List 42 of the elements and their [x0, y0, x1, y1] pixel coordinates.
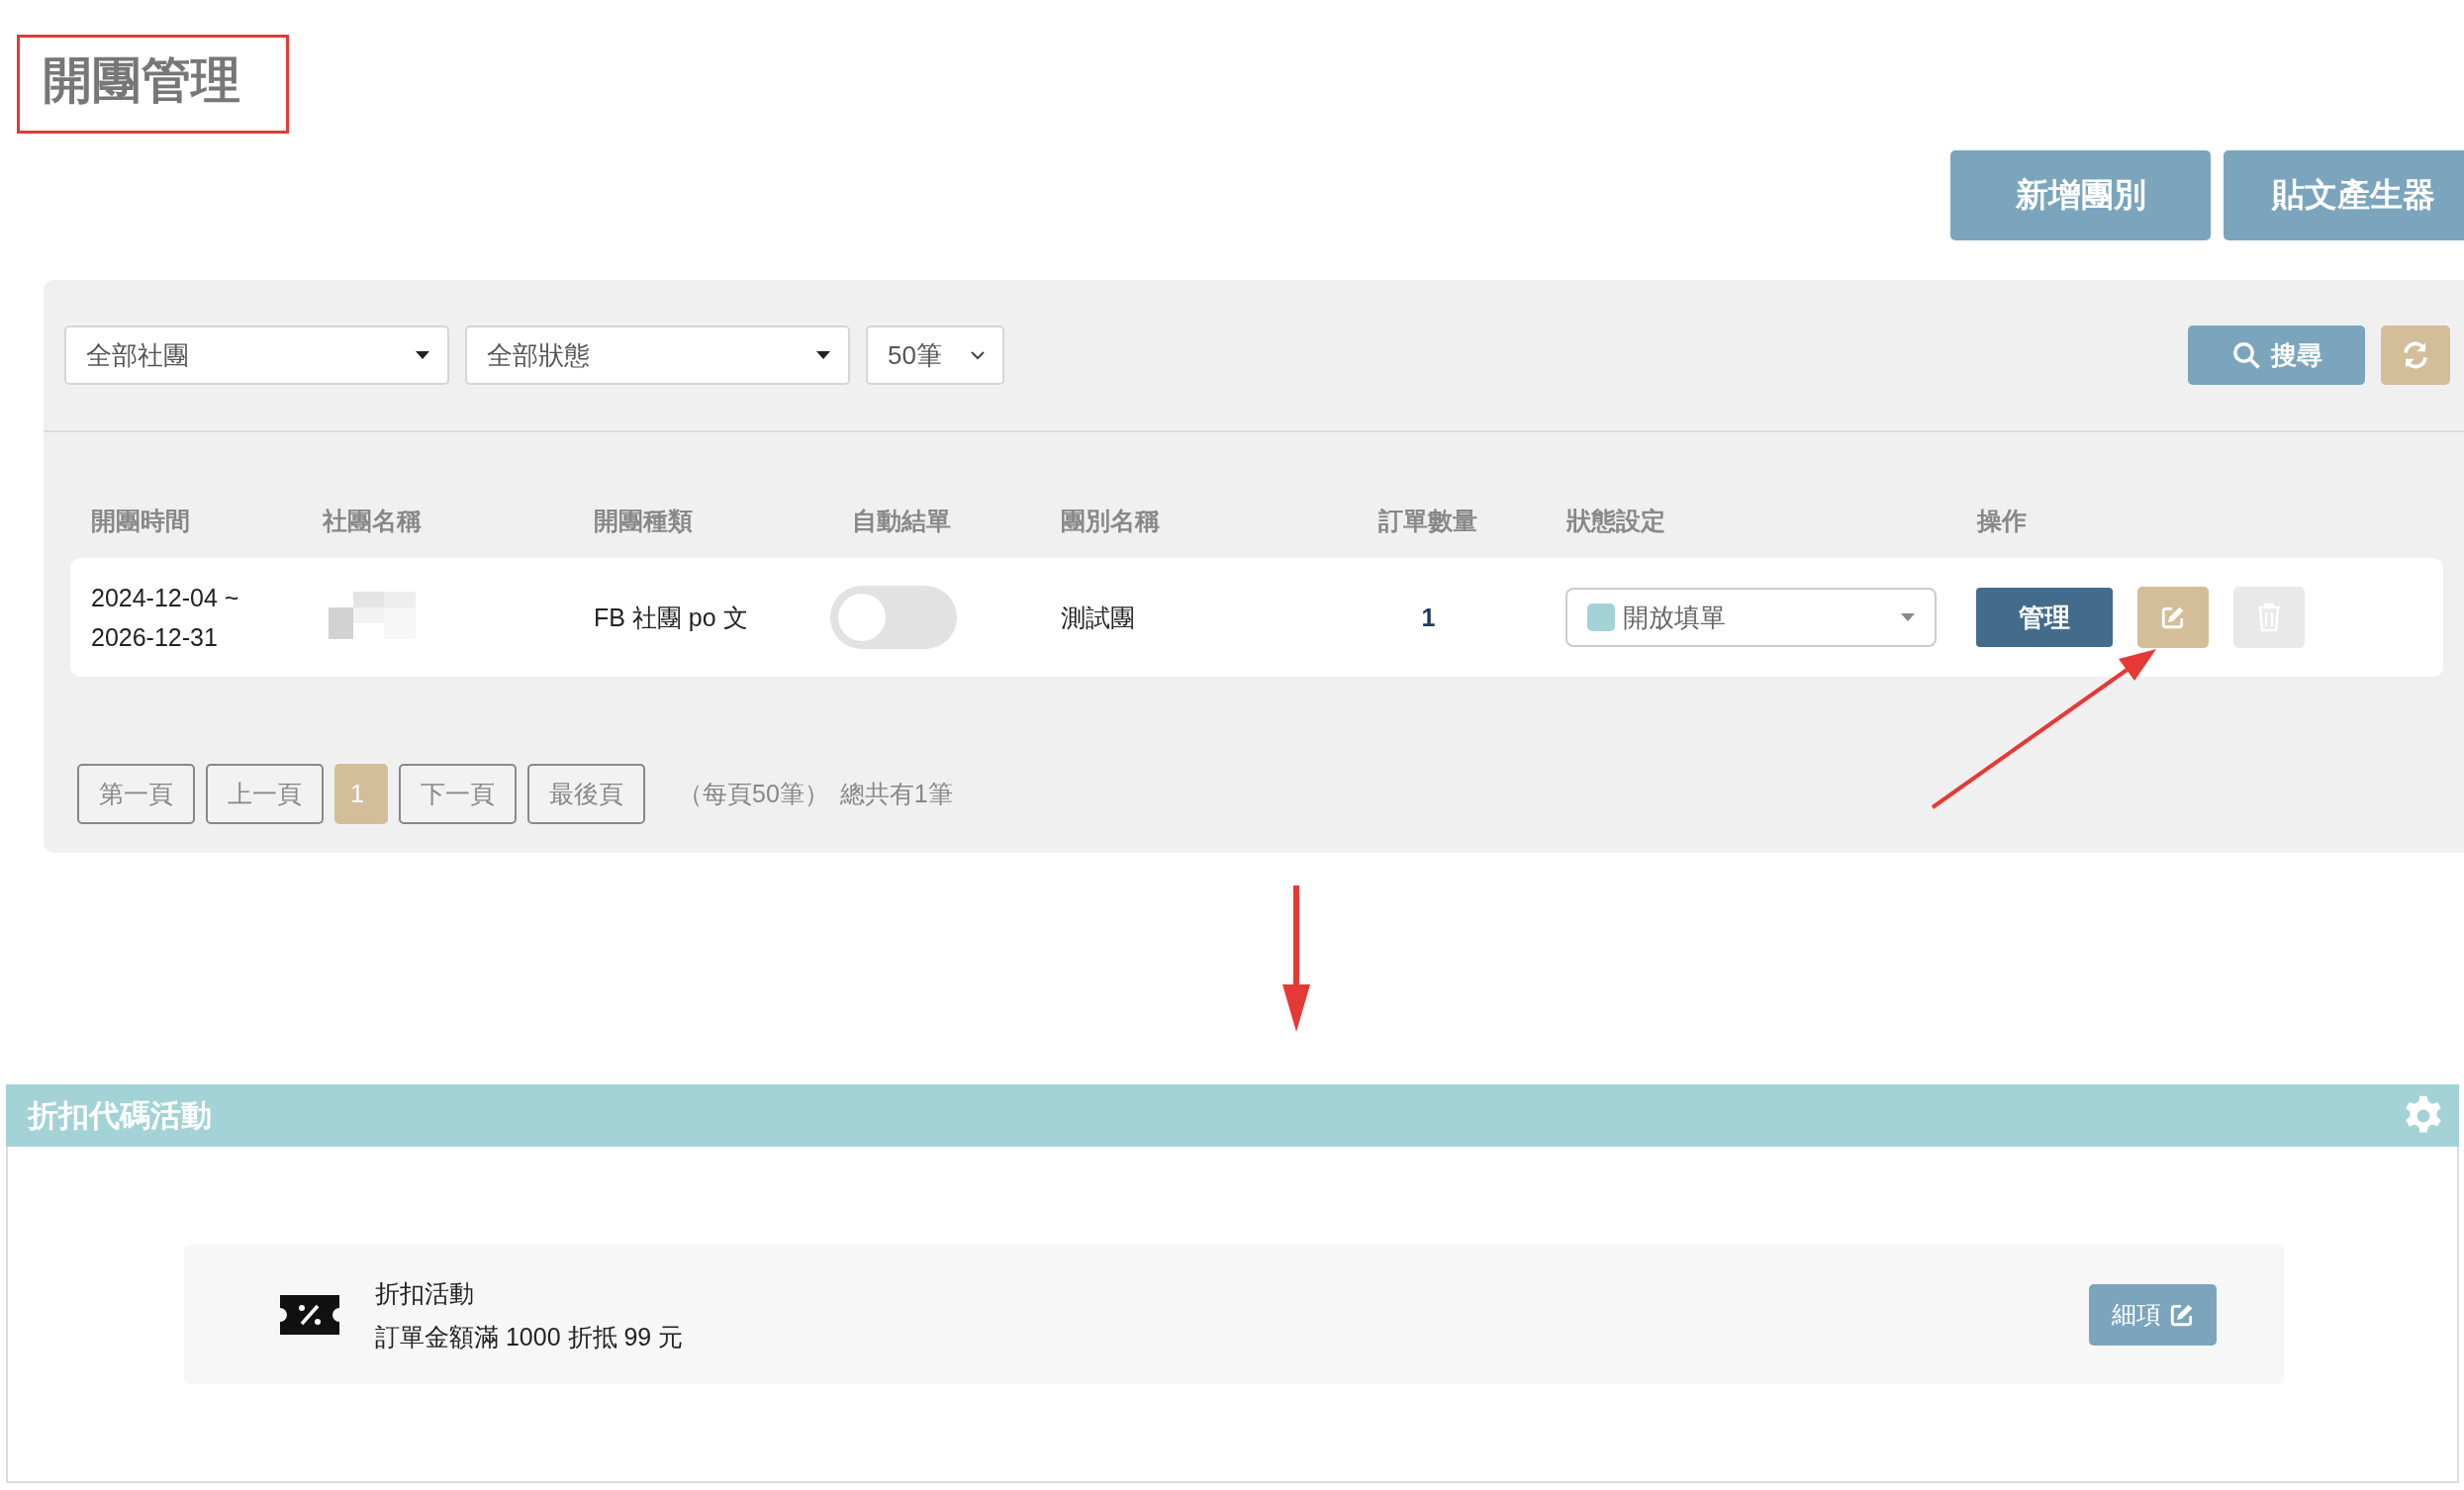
column-header: 操作 — [1977, 506, 2028, 536]
column-header: 團別名稱 — [1061, 506, 1161, 536]
column-header: 社團名稱 — [323, 506, 423, 536]
total-count-text: 總共有1筆 — [839, 779, 953, 809]
chevron-icon — [971, 350, 985, 360]
pagination-button[interactable]: 最後頁 — [527, 764, 645, 824]
pagination-button[interactable]: 上一頁 — [206, 764, 324, 824]
type-cell-text: FB 社團 po 文 — [594, 602, 749, 633]
page-number-button[interactable]: 1 — [334, 764, 388, 824]
edit-button[interactable] — [2137, 587, 2209, 648]
dropdown[interactable]: 50筆 — [866, 326, 1004, 385]
caret-icon — [1901, 613, 1915, 621]
details-button[interactable]: 細項 — [2089, 1283, 2217, 1346]
discount-description: 訂單金額滿 1000 折抵 99 元 — [375, 1321, 685, 1352]
dropdown[interactable]: 全部狀態 — [465, 326, 850, 385]
caret-icon — [816, 351, 830, 359]
column-header: 開團種類 — [594, 506, 694, 536]
column-header: 自動結單 — [852, 506, 952, 536]
refresh-button[interactable] — [2381, 326, 2450, 385]
header-button[interactable]: 貼文產生器 — [2224, 150, 2464, 240]
panel-title: 折扣代碼活動 — [28, 1096, 212, 1135]
search-button[interactable]: 搜尋 — [2188, 326, 2365, 385]
pagination-button[interactable]: 第一頁 — [77, 764, 195, 824]
dropdown[interactable]: 全部社團 — [64, 326, 449, 385]
page-title: 開團管理 — [43, 51, 240, 110]
pagination-button[interactable]: 下一頁 — [399, 764, 517, 824]
header-button[interactable]: 新增團別 — [1950, 150, 2211, 240]
discount-name: 折扣活動 — [375, 1277, 475, 1309]
status-dropdown[interactable]: 開放填單 — [1565, 588, 1937, 647]
order-count: 1 — [1420, 603, 1437, 632]
ticket-icon — [280, 1294, 339, 1335]
manage-button[interactable]: 管理 — [1976, 588, 2113, 647]
search-icon — [2230, 340, 2261, 370]
column-header: 訂單數量 — [1378, 506, 1478, 536]
edit-icon — [2160, 605, 2186, 630]
column-header: 狀態設定 — [1566, 506, 1666, 536]
per-page-text: （每頁50筆） — [678, 779, 829, 809]
group-name-cell-text: 測試團 — [1061, 602, 1136, 633]
caret-icon — [416, 351, 429, 359]
refresh-icon — [2401, 340, 2430, 370]
column-header: 開團時間 — [91, 506, 191, 536]
date-range: 2024-12-04 ~ 2026-12-31 — [91, 583, 240, 653]
